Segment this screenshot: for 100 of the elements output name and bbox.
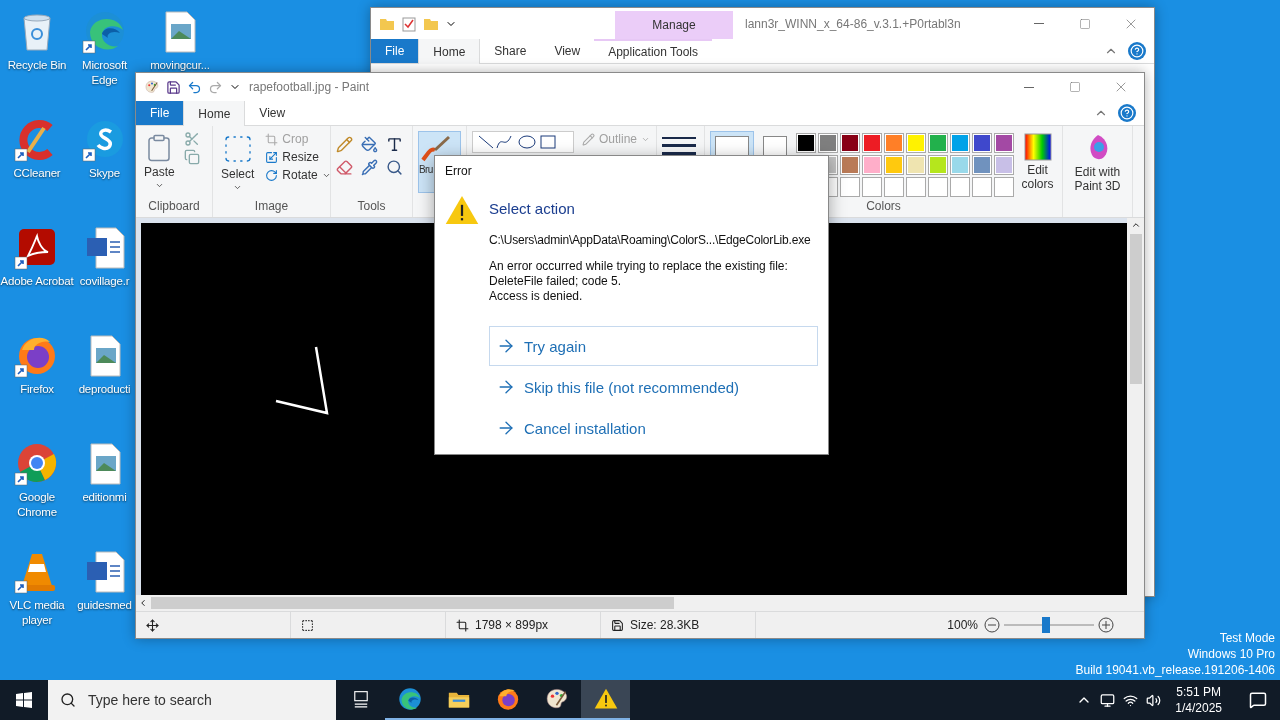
device-icon[interactable] (1100, 692, 1116, 708)
ribbon-tab[interactable]: Home (183, 101, 246, 126)
palette-swatch[interactable] (840, 155, 860, 175)
palette-swatch[interactable] (950, 133, 970, 153)
palette-swatch[interactable] (796, 133, 816, 153)
cut-icon[interactable] (183, 131, 200, 147)
desktop-icon-label[interactable]: covillage.r (79, 274, 130, 289)
empty-swatch[interactable] (928, 177, 948, 197)
palette-swatch[interactable] (906, 155, 926, 175)
dialog-heading: Select action (489, 200, 576, 217)
undo-icon[interactable] (187, 79, 202, 95)
desktop-icon-label[interactable]: movingcur... (150, 58, 210, 73)
paste-button[interactable]: Paste (141, 131, 178, 192)
window-title: rapefootball.jpg - Paint (249, 80, 370, 94)
palette-swatch[interactable] (950, 155, 970, 175)
zoom-in-icon[interactable] (1098, 617, 1114, 633)
palette-swatch[interactable] (906, 133, 926, 153)
help-icon (1130, 44, 1144, 58)
magnifier-icon[interactable] (386, 159, 403, 176)
context-tab-header: Manage (615, 11, 733, 39)
maximize-icon (1069, 81, 1081, 93)
network-icon[interactable] (1123, 692, 1139, 708)
edit-colors-button[interactable]: Edit colors (1018, 131, 1057, 193)
image-tool-button[interactable]: Rotate (263, 167, 333, 183)
empty-swatch[interactable] (906, 177, 926, 197)
search-icon (60, 692, 76, 708)
palette-swatch[interactable] (840, 133, 860, 153)
dialog-title: Error (445, 164, 472, 178)
fill-icon[interactable] (361, 136, 378, 153)
palette-swatch[interactable] (994, 155, 1014, 175)
empty-swatch[interactable] (972, 177, 992, 197)
paint-3d-button[interactable]: Edit with Paint 3D (1068, 131, 1127, 195)
group-label: Image (253, 199, 290, 215)
desktop-icon-label[interactable]: Recycle Bin (7, 58, 67, 73)
image-tool-button[interactable]: Resize (263, 149, 333, 165)
minimize-icon (1034, 23, 1044, 24)
desktop-icon-label[interactable]: Adobe Acrobat (0, 274, 74, 289)
taskbar-app-button[interactable] (581, 680, 630, 720)
browser-icon (396, 686, 423, 712)
palette-swatch[interactable] (862, 133, 882, 153)
horizontal-scrollbar[interactable] (136, 595, 1127, 611)
outline-button[interactable]: Outline (580, 131, 653, 147)
palette-icon (144, 79, 160, 95)
file-path-text: C:\Users\admin\AppData\Roaming\ColorS...\EdgeColorLib.exe (489, 233, 812, 247)
desktop-icon-label[interactable]: CCleaner (13, 166, 61, 181)
scroll-up-icon[interactable] (1130, 220, 1141, 230)
dimensions-icon (456, 618, 469, 632)
select-button[interactable]: Select (218, 131, 258, 194)
copy-icon[interactable] (183, 149, 200, 165)
ribbon-tab[interactable]: File (136, 101, 184, 125)
empty-swatch[interactable] (950, 177, 970, 197)
desktop-icon-label[interactable]: VLC media player (0, 598, 74, 628)
empty-swatch[interactable] (862, 177, 882, 197)
ribbon-tab[interactable]: File (371, 39, 419, 63)
desktop-icon-label[interactable]: editionmi (82, 490, 127, 505)
error-message-text: An error occurred while trying to replace the existing file: (489, 259, 789, 274)
palette-swatch[interactable] (884, 155, 904, 175)
help-button[interactable] (1128, 42, 1146, 60)
palette-swatch[interactable] (972, 133, 992, 153)
ribbon-tab[interactable]: Home (418, 39, 481, 64)
search-field[interactable]: Type here to search (48, 680, 336, 720)
volume-icon[interactable] (1146, 692, 1162, 708)
pencil-icon[interactable] (336, 136, 353, 153)
desktop-icon-label[interactable]: Skype (89, 166, 120, 181)
action-option-button[interactable]: Try again (489, 326, 818, 366)
text-tool-icon[interactable] (386, 136, 403, 153)
dimensions-text: 1798 × 899px (475, 618, 549, 632)
desktop-icon-label[interactable]: Microsoft Edge (74, 58, 135, 88)
file-size-icon (611, 618, 624, 632)
error-message-text: DeleteFile failed; code 5. (489, 274, 623, 289)
zoom-text: 100% (947, 618, 978, 632)
palette-swatch[interactable] (928, 133, 948, 153)
palette-swatch[interactable] (994, 133, 1014, 153)
empty-swatch[interactable] (994, 177, 1014, 197)
group-label: Colors (865, 199, 902, 215)
desktop-icon-label[interactable]: Google Chrome (0, 490, 74, 520)
shapes-gallery[interactable] (472, 131, 574, 153)
empty-swatch[interactable] (884, 177, 904, 197)
help-button[interactable] (1118, 104, 1136, 122)
save-icon[interactable] (166, 79, 181, 95)
clock[interactable]: 5:51 PM 1/4/2025 (1169, 684, 1228, 716)
palette-swatch[interactable] (862, 155, 882, 175)
brush-icon (419, 134, 453, 164)
palette-swatch[interactable] (884, 133, 904, 153)
desktop-icon-label[interactable]: Firefox (20, 382, 54, 397)
desktop-icon-label[interactable]: deproducti (78, 382, 131, 397)
palette-swatch[interactable] (928, 155, 948, 175)
system-info-text: Test Mode (1219, 630, 1275, 646)
palette-swatch[interactable] (972, 155, 992, 175)
scroll-left-icon[interactable] (138, 598, 148, 608)
palette-swatch[interactable] (818, 133, 838, 153)
selection-icon (301, 618, 314, 632)
desktop-icon-label[interactable]: guidesmed (77, 598, 132, 613)
slider-thumb[interactable] (1042, 617, 1051, 633)
empty-swatch[interactable] (840, 177, 860, 197)
color-picker-icon[interactable] (361, 159, 378, 176)
zoom-out-icon[interactable] (984, 617, 1000, 633)
vertical-scrollbar[interactable] (1127, 218, 1144, 595)
redo-icon[interactable] (208, 79, 223, 95)
eraser-icon[interactable] (336, 159, 353, 176)
